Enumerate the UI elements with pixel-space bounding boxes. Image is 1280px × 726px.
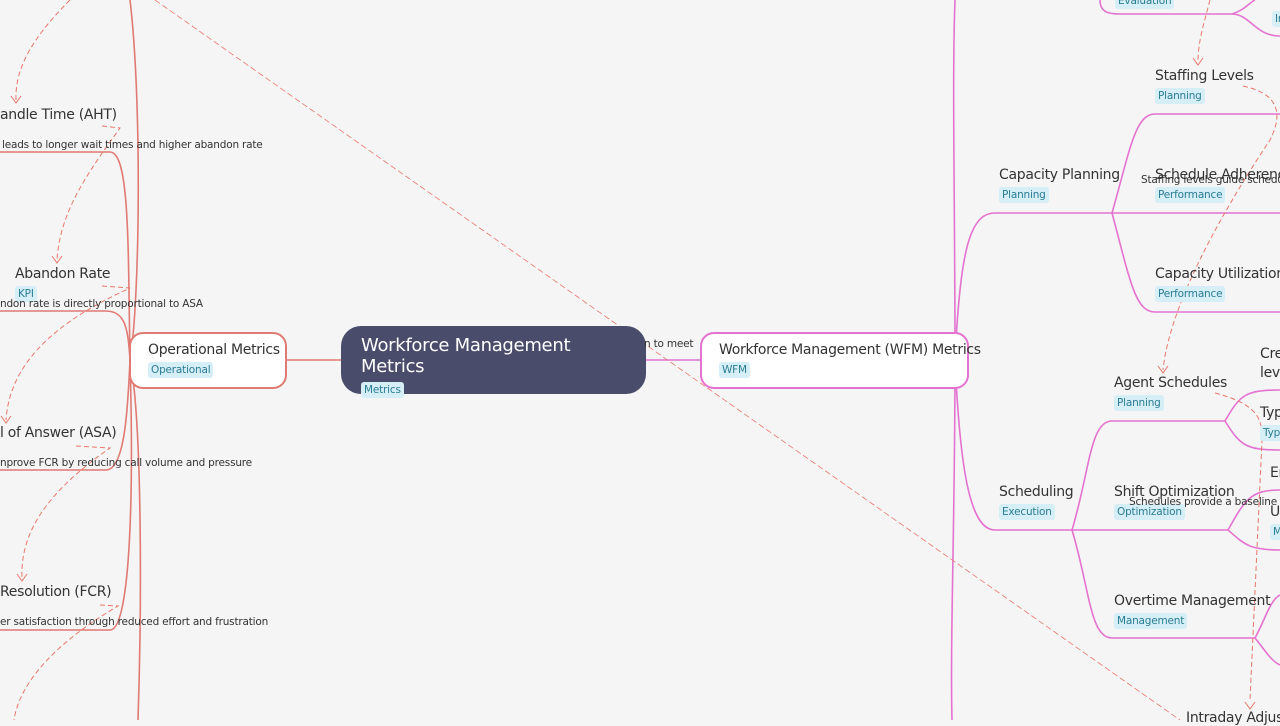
operational-metrics-node[interactable]: Operational Metrics Operational [129,332,287,389]
wfm-metrics-tag: WFM [719,362,750,378]
fcr-title: Resolution (FCR) [0,584,112,600]
wfm-metrics-title: Workforce Management (WFM) Metrics [719,342,981,358]
agent-schedules-tag: Planning [1114,395,1164,411]
far-right-tag-typ: Typ [1260,425,1280,441]
fcr-relation-note: er satisfaction through reduced effort a… [0,616,269,628]
intraday-adjustments-title: Intraday Adjustr [1186,710,1280,726]
overtime-management-tag: Management [1114,613,1188,629]
fcr-node[interactable]: Resolution (FCR) [0,584,112,600]
staffing-levels-node[interactable]: Staffing Levels Planning [1155,68,1254,104]
agent-schedules-title: Agent Schedules [1114,375,1228,391]
abandon-rate-title: Abandon Rate [15,266,111,282]
staffing-levels-tag: Planning [1155,88,1205,104]
connector-top-eval-up [1231,0,1256,15]
connector-abandon [0,310,131,361]
arrowhead [1244,701,1256,710]
capacity-planning-title: Capacity Planning [999,167,1120,183]
top-right-partial-tag: In [1272,11,1280,27]
connector-aht [0,151,131,361]
agent-schedules-node[interactable]: Agent Schedules Planning [1114,375,1227,411]
schedule-adherence-tag: Performance [1155,187,1226,203]
top-right-partial-node[interactable]: In [1272,5,1280,27]
asa-node[interactable]: l of Answer (ASA) [0,425,117,441]
abandon-rate-node[interactable]: Abandon Rate KPI [15,266,111,302]
far-right-title-cre: Cre [1260,346,1280,362]
aht-node[interactable]: andle Time (AHT) [0,107,117,123]
root-wfm-relation-note: n to meet [644,338,694,350]
operational-metrics-tag: Operational [148,362,214,378]
capacity-utilization-tag: Performance [1155,286,1226,302]
capacity-utilization-node[interactable]: Capacity Utilization Performance [1155,266,1280,302]
abandon-relation-note: ndon rate is directly proportional to AS… [0,298,203,310]
far-right-node-u[interactable]: U M [1270,504,1280,540]
far-right-node-typ[interactable]: Typ Typ [1260,405,1280,441]
connector-capacity [954,212,1112,361]
operational-metrics-title: Operational Metrics [148,342,280,358]
asa-title: l of Answer (ASA) [0,425,117,441]
connector-wfm-trunk-up [952,0,956,361]
far-right-tag-u: M [1270,524,1280,540]
scheduling-node[interactable]: Scheduling Execution [999,484,1074,520]
overtime-management-title: Overtime Management [1114,593,1271,609]
staffing-levels-title: Staffing Levels [1155,68,1254,84]
asa-relation-note: nprove FCR by reducing call volume and p… [0,457,252,469]
far-right-title-er: Er [1270,465,1280,481]
far-right-node-leve[interactable]: leve [1260,365,1280,381]
relation-eval-to-staffing [1197,0,1211,63]
overtime-management-node[interactable]: Overtime Management Management [1114,593,1271,629]
intraday-adjustments-node[interactable]: Intraday Adjustr [1186,710,1280,726]
root-node[interactable]: Workforce Management Metrics Metrics [341,326,646,398]
far-right-title-leve: leve [1260,365,1280,381]
far-right-title-typ: Typ [1260,405,1280,421]
capacity-utilization-title: Capacity Utilization [1155,266,1280,282]
connector-wfm-trunk-down [950,359,956,720]
far-right-node-cre[interactable]: Cre [1260,346,1280,362]
aht-relation-note: leads to longer wait times and higher ab… [2,139,263,151]
connector-asa [0,359,131,471]
scheduling-tag: Execution [999,504,1055,520]
connector-overtime-down [1254,637,1280,666]
root-title: Workforce Management Metrics [361,335,571,377]
far-right-title-u: U [1270,504,1280,520]
far-right-node-er[interactable]: Er [1270,465,1280,481]
relation-staffing-to-agent [1162,85,1278,371]
capacity-planning-node[interactable]: Capacity Planning Planning [999,167,1120,203]
relation-top-to-aht [15,0,71,101]
root-tag: Metrics [361,382,404,398]
evaluation-tag: Evaluation [1115,0,1175,9]
staffing-relation-note: Staffing levels guide schedu [1141,174,1280,186]
capacity-planning-tag: Planning [999,187,1049,203]
scheduling-title: Scheduling [999,484,1074,500]
wfm-metrics-node[interactable]: Workforce Management (WFM) Metrics WFM [700,332,981,389]
evaluation-partial-node[interactable]: Evaluation [1115,0,1175,9]
schedules-relation-note: Schedules provide a baseline [1129,496,1277,508]
aht-title: andle Time (AHT) [0,107,117,123]
